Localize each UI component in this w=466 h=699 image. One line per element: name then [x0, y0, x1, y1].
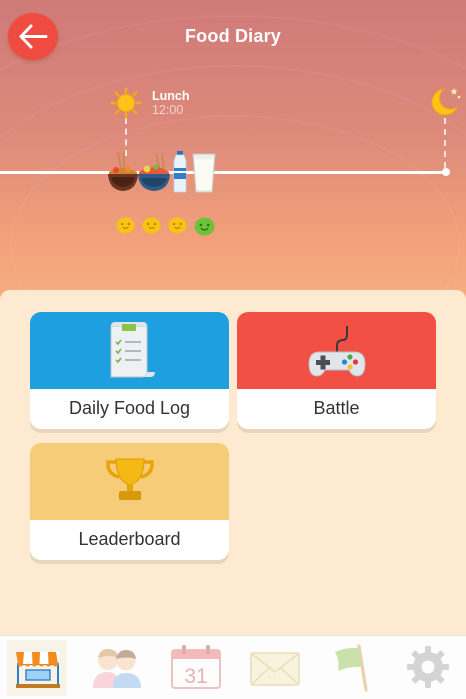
- page-title: Food Diary: [184, 26, 281, 46]
- meal-food-items[interactable]: [106, 150, 217, 199]
- tab-friends[interactable]: [85, 640, 145, 696]
- battle-card[interactable]: Battle: [237, 312, 436, 429]
- ramen-bowl-icon: [136, 152, 172, 199]
- timeline-connector: [444, 118, 446, 168]
- calendar-day: 31: [184, 665, 207, 688]
- gear-icon: [407, 646, 449, 688]
- card-label: Daily Food Log: [68, 398, 191, 418]
- face-yellow-icon: [116, 217, 135, 234]
- tab-messages[interactable]: [242, 640, 302, 696]
- flag-icon: [335, 644, 368, 692]
- water-bottle-icon: [171, 150, 189, 199]
- meal-label: Lunch: [152, 89, 190, 103]
- trophy-icon: [106, 458, 154, 500]
- face-yellow-icon: [168, 217, 187, 234]
- shop-icon: [16, 652, 60, 688]
- receipt-icon: [110, 322, 155, 378]
- face-green-icon: [194, 217, 215, 236]
- leaderboard-card[interactable]: Leaderboard: [30, 443, 229, 560]
- gamepad-icon: [308, 326, 366, 377]
- bottom-tab-bar: 31: [0, 635, 466, 699]
- tab-shop[interactable]: [7, 640, 67, 696]
- menu-panel: Daily Food Log Battle Leaderboard: [0, 290, 466, 635]
- face-yellow-icon: [142, 217, 161, 234]
- tab-goals[interactable]: [320, 640, 380, 696]
- meal-time: 12:00: [152, 103, 184, 117]
- friends-icon: [93, 648, 141, 688]
- mood-indicators[interactable]: [116, 215, 215, 236]
- timeline-header: Food Diary Lunch 12:00: [0, 0, 466, 300]
- card-label: Leaderboard: [78, 529, 181, 549]
- sun-icon[interactable]: [110, 87, 142, 119]
- card-label: Battle: [313, 398, 360, 418]
- calendar-icon: 31: [171, 645, 221, 689]
- moon-icon[interactable]: [428, 86, 462, 118]
- tab-settings[interactable]: [398, 640, 458, 696]
- milk-glass-icon: [191, 152, 217, 199]
- mail-icon: [250, 652, 300, 686]
- timeline-line: [0, 171, 448, 174]
- tab-calendar[interactable]: 31: [163, 640, 223, 696]
- timeline-end-dot: [442, 168, 450, 176]
- daily-food-log-card[interactable]: Daily Food Log: [30, 312, 229, 429]
- noodle-bowl-icon: [106, 150, 140, 199]
